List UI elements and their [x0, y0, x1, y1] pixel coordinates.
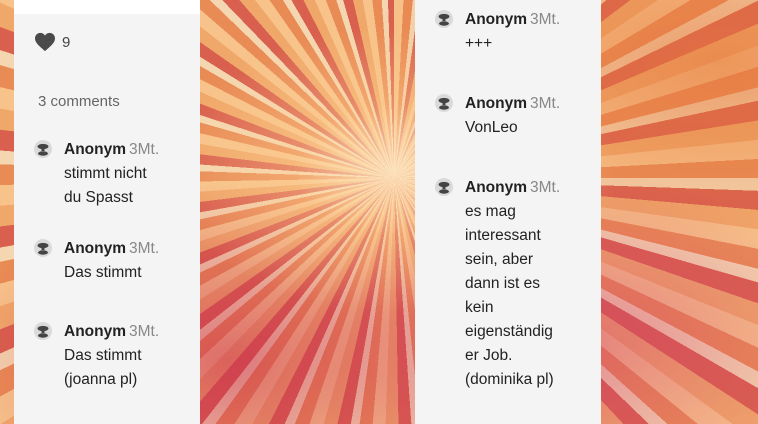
right-comments-panel: Anonym 3Mt. +++ Anonym 3Mt. VonLeo Anonym 3… — [415, 0, 601, 424]
likes[interactable]: 9 — [34, 32, 70, 52]
comment-time: 3Mt. — [129, 323, 160, 340]
comment-author[interactable]: Anonym — [465, 179, 527, 196]
comment-time: 3Mt. — [129, 240, 160, 257]
comment-item: Anonym 3Mt. Das stimmt — [34, 237, 194, 285]
comment-text-line: kein — [465, 299, 494, 316]
comment-text-line: sein, aber — [465, 251, 534, 268]
comment-time: 3Mt. — [530, 179, 561, 196]
comment-item: Anonym 3Mt. stimmt nicht du Spasst — [34, 138, 194, 210]
comment-time: 3Mt. — [530, 11, 561, 28]
comment-text-line: Das stimmt — [64, 347, 142, 364]
anonymous-avatar-icon — [34, 239, 52, 257]
comment-author[interactable]: Anonym — [465, 95, 527, 112]
comment-text-line: interessant — [465, 227, 541, 244]
comment-text-line: (dominika pl) — [465, 371, 554, 388]
anonymous-avatar-icon — [435, 94, 453, 112]
comment-item: Anonym 3Mt. es mag interessant sein, aber… — [435, 176, 595, 392]
likes-count: 9 — [62, 33, 71, 51]
comment-text-line: eigenständig — [465, 323, 553, 340]
anonymous-avatar-icon — [34, 322, 52, 340]
comment-text-line: du Spasst — [64, 189, 133, 206]
comments-count[interactable]: 3 comments — [38, 93, 120, 110]
comment-time: 3Mt. — [129, 141, 160, 158]
heart-icon[interactable] — [34, 32, 56, 52]
panel-top-strip — [14, 0, 200, 14]
comment-text-line: dann ist es — [465, 275, 540, 292]
comment-time: 3Mt. — [530, 95, 561, 112]
comment-item: Anonym 3Mt. VonLeo — [435, 92, 595, 140]
comment-text-line: er Job. — [465, 347, 513, 364]
comment-text-line: VonLeo — [465, 119, 518, 136]
comment-text-line: es mag — [465, 203, 516, 220]
anonymous-avatar-icon — [34, 140, 52, 158]
comment-item: Anonym 3Mt. +++ — [435, 8, 595, 56]
anonymous-avatar-icon — [435, 178, 453, 196]
comment-author[interactable]: Anonym — [465, 11, 527, 28]
anonymous-avatar-icon — [435, 10, 453, 28]
comment-text-line: +++ — [465, 35, 493, 52]
comment-author[interactable]: Anonym — [64, 240, 126, 257]
comment-author[interactable]: Anonym — [64, 141, 126, 158]
comment-item: Anonym 3Mt. Das stimmt (joanna pl) — [34, 320, 194, 392]
comment-text-line: (joanna pl) — [64, 371, 138, 388]
left-comments-panel: 9 3 comments Anonym 3Mt. stimmt nicht du … — [14, 0, 200, 424]
comment-text-line: stimmt nicht — [64, 165, 147, 182]
comment-author[interactable]: Anonym — [64, 323, 126, 340]
comment-text-line: Das stimmt — [64, 264, 142, 281]
